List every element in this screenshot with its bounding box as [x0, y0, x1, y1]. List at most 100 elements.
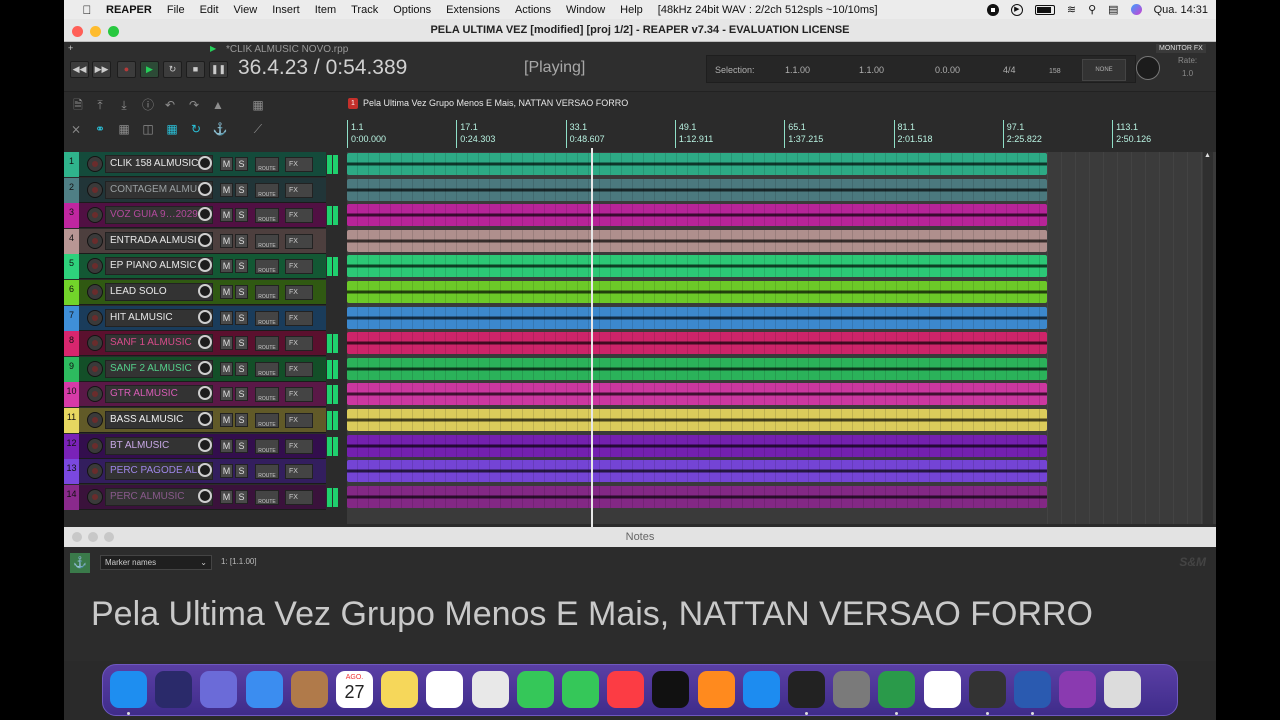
mute-button[interactable]: M: [220, 362, 233, 376]
toolbar-grid-icon[interactable]: ▦: [250, 98, 266, 112]
menu-file[interactable]: File: [167, 4, 185, 16]
track-header[interactable]: 9 SANF 2 ALMUSIC M S ROUTE FX: [64, 357, 326, 382]
maps-icon[interactable]: [471, 671, 509, 708]
track-name[interactable]: PERC ALMUSIC: [105, 488, 213, 506]
wifi-icon[interactable]: ≋: [1067, 3, 1076, 16]
rate-value[interactable]: 1.0: [1182, 69, 1193, 78]
arrange-view[interactable]: [347, 152, 1216, 524]
route-button[interactable]: ROUTE: [255, 183, 279, 198]
record-arm-button[interactable]: [87, 438, 103, 454]
play-circle-icon[interactable]: ▶: [1010, 3, 1023, 16]
menu-view[interactable]: View: [234, 4, 258, 16]
media-item[interactable]: [347, 204, 1047, 226]
track-name[interactable]: CONTAGEM ALMU: [105, 181, 213, 199]
track-lane[interactable]: [347, 306, 1047, 331]
media-item[interactable]: [347, 409, 1047, 431]
track-header[interactable]: 6 LEAD SOLO M S ROUTE FX: [64, 280, 326, 305]
solo-button[interactable]: S: [235, 336, 248, 350]
route-button[interactable]: ROUTE: [255, 208, 279, 223]
fx-button[interactable]: FX: [285, 234, 313, 249]
track-name[interactable]: SANF 1 ALMUSIC: [105, 334, 213, 352]
music-icon[interactable]: [607, 671, 645, 708]
solo-button[interactable]: S: [235, 234, 248, 248]
repeat-button[interactable]: ↻: [163, 61, 182, 78]
go-to-end-button[interactable]: ▶▶: [92, 61, 111, 78]
go-to-start-button[interactable]: ◀◀: [70, 61, 89, 78]
ruler-marker[interactable]: 33.1 0:48.607: [565, 120, 605, 148]
volume-knob[interactable]: [198, 310, 212, 324]
time-position[interactable]: 36.4.23 / 0:54.389: [238, 56, 407, 80]
track-header[interactable]: 3 VOZ GUIA 9…2029 M S ROUTE FX: [64, 203, 326, 228]
record-button[interactable]: ●: [117, 61, 136, 78]
track-name[interactable]: BASS ALMUSIC: [105, 411, 213, 429]
monitor-fx-button[interactable]: MONITOR FX: [1156, 44, 1206, 53]
control-center-icon[interactable]: ▤: [1108, 3, 1118, 16]
route-button[interactable]: ROUTE: [255, 464, 279, 479]
ruler-marker[interactable]: 81.1 2:01.518: [893, 120, 933, 148]
menu-item[interactable]: Item: [315, 4, 336, 16]
track-number[interactable]: 10: [64, 382, 79, 407]
volume-knob[interactable]: [198, 156, 212, 170]
track-number[interactable]: 3: [64, 203, 79, 228]
mute-button[interactable]: M: [220, 234, 233, 248]
volume-knob[interactable]: [198, 489, 212, 503]
audio-status[interactable]: [48kHz 24bit WAV : 2/2ch 512spls ~10/10m…: [658, 4, 878, 16]
fx-button[interactable]: FX: [285, 439, 313, 454]
undo-icon[interactable]: ↶: [162, 98, 178, 112]
open-project-icon[interactable]: ⤒: [92, 98, 108, 112]
appletv-icon[interactable]: [652, 671, 690, 708]
track-header[interactable]: 11 BASS ALMUSIC M S ROUTE FX: [64, 408, 326, 433]
record-arm-button[interactable]: [87, 412, 103, 428]
fx-button[interactable]: FX: [285, 362, 313, 377]
lock-icon[interactable]: ⚓: [212, 122, 228, 136]
play-button[interactable]: ▶: [140, 61, 159, 78]
grid-icon[interactable]: ▦: [116, 122, 132, 136]
track-number[interactable]: 13: [64, 459, 79, 484]
snap-icon[interactable]: ◫: [140, 122, 156, 136]
track-name[interactable]: ENTRADA ALMUSI: [105, 232, 213, 250]
track-name[interactable]: CLIK 158 ALMUSIC: [105, 155, 213, 173]
track-number[interactable]: 9: [64, 357, 79, 382]
track-number[interactable]: 6: [64, 280, 79, 305]
solo-button[interactable]: S: [235, 183, 248, 197]
mute-button[interactable]: M: [220, 413, 233, 427]
battery-icon[interactable]: [1034, 4, 1055, 15]
save-project-icon[interactable]: ⤓: [116, 98, 132, 112]
stop-record-icon[interactable]: [986, 3, 999, 16]
reminders-icon[interactable]: [426, 671, 464, 708]
solo-button[interactable]: S: [235, 413, 248, 427]
record-arm-button[interactable]: [87, 207, 103, 223]
track-lane[interactable]: [347, 382, 1047, 407]
project-tab[interactable]: *CLIK ALMUSIC NOVO.rpp: [226, 44, 348, 55]
track-name[interactable]: LEAD SOLO: [105, 283, 213, 301]
launchpad-icon[interactable]: [200, 671, 238, 708]
clock[interactable]: Qua. 14:31: [1154, 4, 1208, 16]
calculator-icon[interactable]: [968, 671, 1006, 708]
solo-button[interactable]: S: [235, 464, 248, 478]
fx-button[interactable]: FX: [285, 285, 313, 300]
solo-button[interactable]: S: [235, 259, 248, 273]
track-number[interactable]: 4: [64, 229, 79, 254]
track-name[interactable]: PERC PAGODE ALI: [105, 462, 213, 480]
mute-button[interactable]: M: [220, 208, 233, 222]
mute-button[interactable]: M: [220, 183, 233, 197]
track-lane[interactable]: [347, 408, 1047, 433]
solo-button[interactable]: S: [235, 490, 248, 504]
media-item[interactable]: [347, 179, 1047, 201]
quicktime-icon[interactable]: [1014, 671, 1051, 708]
stop-button[interactable]: ■: [186, 61, 205, 78]
time-signature[interactable]: 4/4: [1003, 65, 1016, 75]
menu-track[interactable]: Track: [351, 4, 378, 16]
fx-button[interactable]: FX: [285, 413, 313, 428]
fx-button[interactable]: FX: [285, 490, 313, 505]
record-arm-button[interactable]: [87, 361, 103, 377]
media-item[interactable]: [347, 332, 1047, 354]
notes-icon[interactable]: [381, 671, 419, 708]
media-item[interactable]: [347, 460, 1047, 482]
route-button[interactable]: ROUTE: [255, 413, 279, 428]
solo-button[interactable]: S: [235, 208, 248, 222]
media-item[interactable]: [347, 486, 1047, 508]
fx-button[interactable]: FX: [285, 259, 313, 274]
appstore-icon[interactable]: [742, 671, 780, 708]
track-lane[interactable]: [347, 152, 1047, 177]
